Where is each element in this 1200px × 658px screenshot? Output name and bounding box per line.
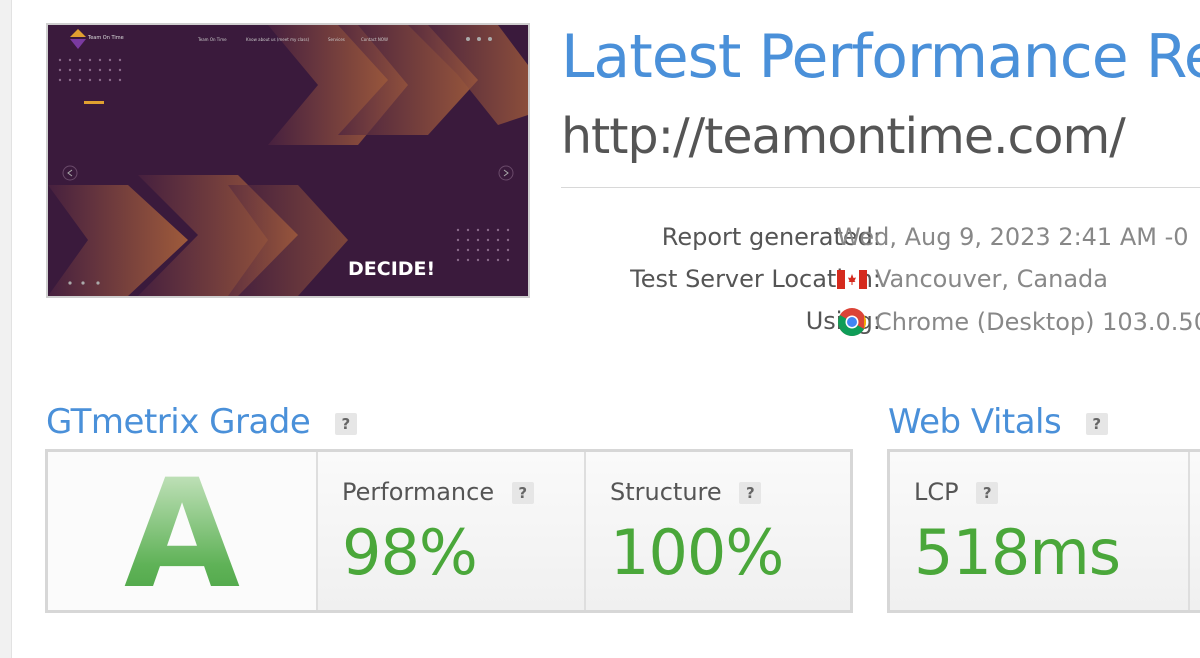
performance-cell: Performance ? 98% (318, 452, 586, 610)
gtmetrix-grade-heading: GTmetrix Grade ? (46, 402, 357, 442)
web-vitals-heading: Web Vitals ? (888, 402, 1108, 442)
web-vitals-help-button[interactable]: ? (1085, 412, 1108, 435)
using-text: Chrome (Desktop) 103.0.50 (875, 308, 1200, 336)
performance-label: Performance (342, 478, 495, 506)
page-screenshot-thumbnail[interactable]: Team On Time Team On Time Know about us … (46, 23, 530, 298)
test-server-value: Vancouver, Canada (837, 265, 1108, 293)
page-left-rail (0, 0, 12, 658)
performance-label-row: Performance ? (342, 478, 534, 506)
meta-row-using: Using: Chrome (Desktop) 103.0.50 (561, 307, 1200, 341)
web-vitals-panel: LCP ? 518ms (887, 449, 1200, 613)
grade-letter-cell: A (48, 452, 318, 610)
lcp-label-row: LCP ? (914, 478, 999, 506)
performance-help-button[interactable]: ? (511, 482, 534, 504)
header-divider (561, 187, 1200, 188)
meta-row-report-generated: Report generated: Wed, Aug 9, 2023 2:41 … (561, 223, 1200, 257)
thumbnail-nav-item: Services (328, 37, 345, 42)
lcp-label: LCP (914, 478, 959, 506)
meta-row-test-server: Test Server Location: Vancouver, Canada (561, 265, 1200, 299)
grade-letter: A (48, 460, 316, 610)
thumbnail-nav-item: Contact NOW (361, 37, 388, 42)
chrome-icon (838, 308, 866, 336)
report-generated-text: Wed, Aug 9, 2023 2:41 AM -0 (837, 223, 1189, 251)
lcp-cell: LCP ? 518ms (890, 452, 1190, 610)
thumbnail-hero-text: DECIDE! (348, 258, 435, 280)
structure-label-row: Structure ? (610, 478, 762, 506)
structure-help-button[interactable]: ? (739, 482, 762, 504)
test-server-text: Vancouver, Canada (875, 265, 1108, 293)
thumbnail-nav-item: Team On Time (197, 37, 227, 42)
gtmetrix-grade-title: GTmetrix Grade (46, 402, 311, 442)
thumbnail-image: Team On Time Team On Time Know about us … (48, 25, 528, 296)
web-vitals-title: Web Vitals (888, 402, 1062, 442)
report-generated-value: Wed, Aug 9, 2023 2:41 AM -0 (837, 223, 1189, 251)
report-title: Latest Performance Re (561, 22, 1200, 92)
lcp-value: 518ms (914, 516, 1121, 589)
thumbnail-logo-text: Team On Time (87, 35, 124, 41)
lcp-help-button[interactable]: ? (976, 482, 999, 504)
structure-label: Structure (610, 478, 722, 506)
performance-value: 98% (342, 516, 478, 589)
structure-value: 100% (610, 516, 784, 589)
canada-flag-icon (837, 269, 867, 289)
gtmetrix-grade-help-button[interactable]: ? (334, 412, 357, 435)
gtmetrix-grade-panel: A Performance ? 98% Structure ? 100% (45, 449, 853, 613)
using-value: Chrome (Desktop) 103.0.50 (837, 307, 1200, 337)
structure-cell: Structure ? 100% (586, 452, 850, 610)
thumbnail-nav-item: Know about us (meet my class) (246, 37, 310, 42)
report-url[interactable]: http://teamontime.com/ (561, 108, 1126, 165)
